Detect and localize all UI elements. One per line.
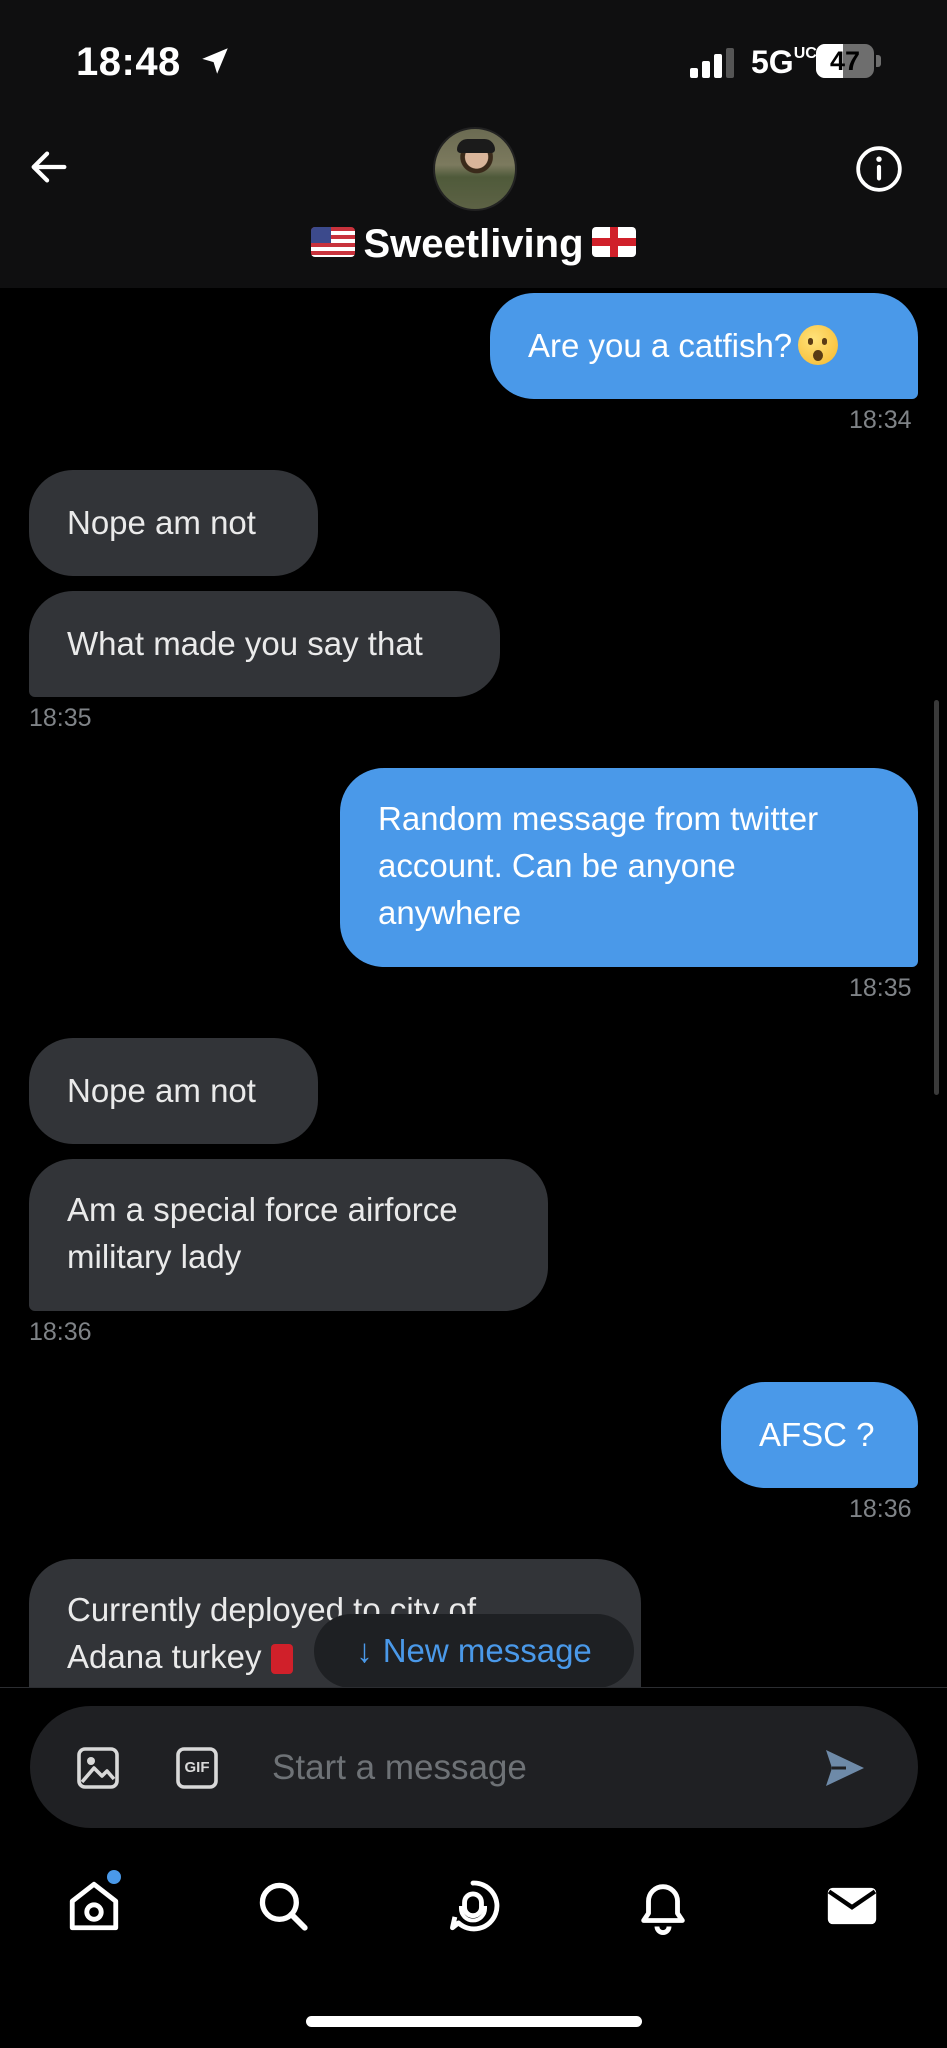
message-timestamp: 18:35 xyxy=(849,974,912,1002)
gif-button[interactable]: GIF xyxy=(173,1744,221,1792)
home-icon[interactable] xyxy=(65,1877,123,1935)
sent-message[interactable]: AFSC ? xyxy=(721,1382,918,1488)
us-flag-icon xyxy=(311,227,356,258)
contact-avatar[interactable] xyxy=(433,127,517,211)
contact-name: Sweetliving xyxy=(363,222,584,266)
message-line: military lady xyxy=(67,1238,242,1275)
message-text: Nope am not xyxy=(67,1072,256,1109)
battery-icon: 47 xyxy=(816,44,882,80)
arrow-down-icon: ↓ xyxy=(356,1632,373,1669)
message-timestamp: 18:34 xyxy=(849,406,912,434)
search-icon[interactable] xyxy=(254,1877,312,1935)
new-message-label: New message xyxy=(382,1632,592,1669)
notifications-icon[interactable] xyxy=(634,1877,692,1935)
message-timestamp: 18:36 xyxy=(29,1318,92,1346)
message-text: AFSC ? xyxy=(759,1416,875,1453)
received-message[interactable]: Nope am not xyxy=(29,1038,318,1144)
send-icon[interactable] xyxy=(820,1744,868,1792)
location-arrow-icon xyxy=(202,48,228,74)
info-icon[interactable] xyxy=(854,144,904,194)
message-line: anywhere xyxy=(378,894,522,931)
message-line: Adana turkey xyxy=(67,1638,262,1675)
contact-title[interactable]: Sweetliving xyxy=(0,222,947,272)
received-message[interactable]: Nope am not xyxy=(29,470,318,576)
message-line: account. Can be anyone xyxy=(378,847,736,884)
messages-icon[interactable] xyxy=(823,1877,881,1935)
notification-dot xyxy=(107,1870,121,1884)
message-text: Nope am not xyxy=(67,504,256,541)
status-time: 18:48 xyxy=(76,40,181,84)
cellular-signal-icon xyxy=(690,48,734,78)
sent-message[interactable]: Are you a catfish? xyxy=(490,293,918,399)
message-text: Are you a catfish? xyxy=(528,327,793,364)
astonished-emoji-icon xyxy=(798,325,839,366)
message-input[interactable] xyxy=(270,1736,794,1800)
sent-message[interactable]: Random message from twitter account. Can… xyxy=(340,768,918,967)
gif-label: GIF xyxy=(184,1759,210,1776)
message-line: Random message from twitter xyxy=(378,800,819,837)
turkey-flag-icon xyxy=(271,1644,294,1675)
message-timestamp: 18:35 xyxy=(29,704,92,732)
new-message-button[interactable]: ↓ New message xyxy=(314,1614,634,1688)
image-icon[interactable] xyxy=(74,1744,122,1792)
received-message[interactable]: What made you say that xyxy=(29,591,500,697)
network-type: 5GUC xyxy=(751,44,817,80)
battery-level: 47 xyxy=(829,46,861,76)
spaces-icon[interactable] xyxy=(444,1877,502,1935)
received-message[interactable]: Am a special force airforce military lad… xyxy=(29,1159,548,1311)
network-suffix: UC xyxy=(793,45,817,62)
message-text: What made you say that xyxy=(67,625,423,662)
message-timestamp: 18:36 xyxy=(849,1495,912,1523)
message-line: Am a special force airforce xyxy=(67,1191,458,1228)
scrollbar[interactable] xyxy=(934,700,939,1095)
home-indicator[interactable] xyxy=(306,2016,642,2027)
england-flag-icon xyxy=(591,227,636,258)
back-arrow-icon[interactable] xyxy=(26,144,72,190)
